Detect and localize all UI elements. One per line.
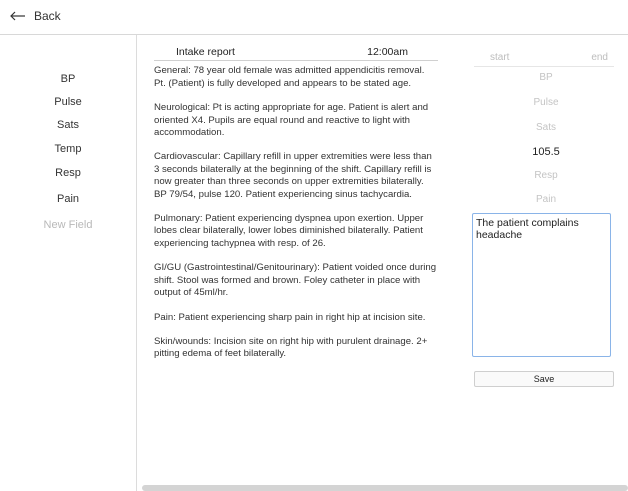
column-end: end [591, 52, 608, 63]
report-pain: Pain: Patient experiencing sharp pain in… [154, 311, 426, 323]
column-start: start [490, 52, 510, 63]
save-button[interactable]: Save [474, 371, 614, 387]
column-headers: start end [474, 52, 614, 67]
back-label: Back [34, 9, 61, 23]
sidebar-item-resp[interactable]: Resp [0, 167, 136, 179]
resp-value-field[interactable]: Resp [466, 170, 626, 181]
report-pulmonary: Pulmonary: Patient experiencing dyspnea … [154, 213, 424, 249]
report-title: Intake report [176, 46, 235, 58]
report-time: 12:00am [367, 46, 408, 58]
horizontal-scrollbar[interactable] [142, 485, 628, 491]
report-gi-gu: GI/GU (Gastrointestinal/Genitourinary): … [154, 262, 437, 299]
report-general: General: 78 year old female was admitted… [154, 65, 425, 89]
pain-value-field[interactable]: Pain [466, 194, 626, 205]
report-neurological: Neurological: Pt is acting appropriate f… [154, 102, 429, 139]
pulse-value-field[interactable]: Pulse [466, 97, 626, 108]
back-arrow-icon [10, 11, 25, 21]
notes-textarea[interactable]: The patient complains headache [472, 213, 611, 357]
sidebar-item-sats[interactable]: Sats [0, 119, 136, 131]
intake-report: Intake report 12:00am General: 78 year o… [154, 46, 438, 373]
report-cardiovascular: Cardiovascular: Capillary refill in uppe… [154, 151, 432, 200]
top-bar: Back [0, 0, 628, 35]
report-header: Intake report 12:00am [154, 46, 438, 62]
temp-value-field[interactable]: 105.5 [466, 146, 626, 158]
sidebar-item-pulse[interactable]: Pulse [0, 96, 136, 108]
report-skin-wounds: Skin/wounds: Incision site on right hip … [154, 335, 428, 360]
back-button[interactable]: Back [10, 9, 61, 23]
sidebar-item-new-field[interactable]: New Field [0, 219, 136, 231]
vitals-sidebar: BP Pulse Sats Temp Resp Pain New Field [0, 35, 137, 491]
sats-value-field[interactable]: Sats [466, 122, 626, 133]
sidebar-item-pain[interactable]: Pain [0, 193, 136, 205]
sidebar-item-temp[interactable]: Temp [0, 143, 136, 155]
bp-value-field[interactable]: BP [466, 72, 626, 83]
sidebar-item-bp[interactable]: BP [0, 73, 136, 85]
